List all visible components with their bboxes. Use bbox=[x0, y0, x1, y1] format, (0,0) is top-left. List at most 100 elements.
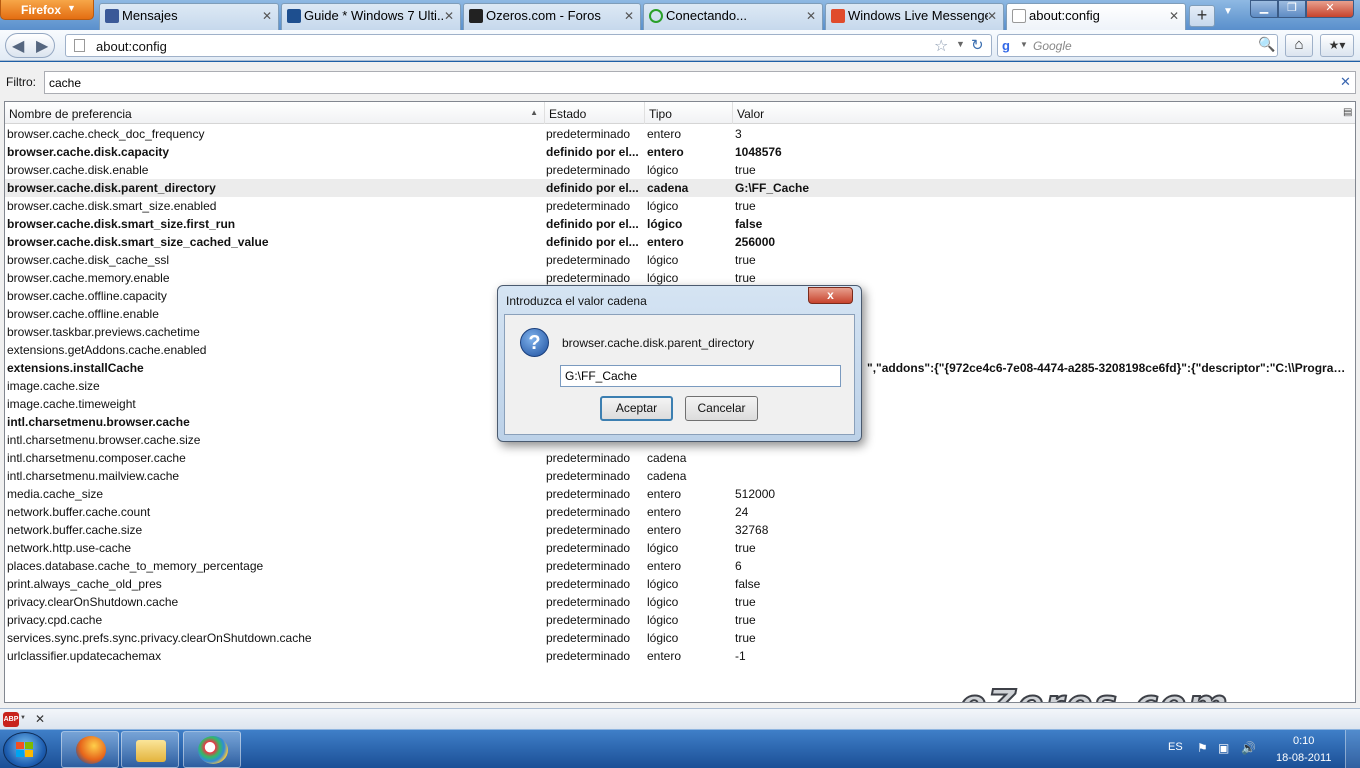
table-row[interactable]: network.http.use-cache predeterminado lógi… bbox=[5, 539, 1355, 557]
cancel-button[interactable]: Cancelar bbox=[685, 396, 758, 421]
pref-state: predeterminado bbox=[546, 505, 631, 519]
table-row[interactable]: privacy.clearOnShutdown.cache predetermin… bbox=[5, 593, 1355, 611]
table-row[interactable]: urlclassifier.updatecachemax predetermina… bbox=[5, 647, 1355, 665]
tab-close-icon[interactable]: ✕ bbox=[1169, 9, 1179, 23]
tab-close-icon[interactable]: ✕ bbox=[262, 9, 272, 23]
clock-time[interactable]: 0:10 bbox=[1293, 735, 1314, 747]
table-row[interactable]: print.always_cache_old_pres predeterminad… bbox=[5, 575, 1355, 593]
pref-state: predeterminado bbox=[546, 613, 631, 627]
adblock-dropdown-icon[interactable]: ▼ bbox=[20, 715, 26, 721]
column-header-type[interactable]: Tipo bbox=[645, 102, 733, 124]
table-row[interactable]: network.buffer.cache.count predeterminado… bbox=[5, 503, 1355, 521]
reload-icon[interactable]: ↻ bbox=[971, 36, 984, 54]
column-header-state[interactable]: Estado bbox=[545, 102, 645, 124]
forward-arrow-icon[interactable]: ▶ bbox=[36, 36, 48, 56]
table-row[interactable]: intl.charsetmenu.composer.cache predeterm… bbox=[5, 449, 1355, 467]
tab-close-icon[interactable]: ✕ bbox=[806, 9, 816, 23]
pref-state: predeterminado bbox=[546, 523, 631, 537]
tab-2[interactable]: Guide * Windows 7 Ulti... ✕ bbox=[281, 3, 461, 30]
table-row[interactable]: browser.cache.disk.enable predeterminado l… bbox=[5, 161, 1355, 179]
tab-list-button[interactable]: ▼ bbox=[1220, 6, 1236, 24]
tab-close-icon[interactable]: ✕ bbox=[624, 9, 634, 23]
search-bar[interactable]: g ▼ Google 🔍 bbox=[997, 34, 1278, 57]
table-row[interactable]: browser.cache.check_doc_frequency predete… bbox=[5, 125, 1355, 143]
pref-state: definido por el... bbox=[546, 235, 639, 249]
pref-name: browser.cache.disk.parent_directory bbox=[7, 181, 216, 195]
taskbar: ES ⚑ ▣ 🔊 0:10 18-08-2011 bbox=[0, 729, 1360, 768]
taskbar-explorer-button[interactable] bbox=[121, 731, 179, 768]
pref-state: predeterminado bbox=[546, 469, 631, 483]
tab-4[interactable]: Conectando... ✕ bbox=[643, 3, 823, 30]
bookmark-star-icon[interactable]: ☆ bbox=[934, 36, 948, 56]
pref-state: predeterminado bbox=[546, 595, 631, 609]
table-row[interactable]: intl.charsetmenu.mailview.cache predeterm… bbox=[5, 467, 1355, 485]
pref-value: 32768 bbox=[735, 523, 769, 537]
tab-5[interactable]: Windows Live Messenge... ✕ bbox=[825, 3, 1004, 30]
pref-value: true bbox=[735, 253, 756, 267]
pref-name: intl.charsetmenu.browser.cache.size bbox=[7, 433, 201, 447]
table-row[interactable]: browser.cache.disk.parent_directory defin… bbox=[5, 179, 1355, 197]
volume-icon[interactable]: 🔊 bbox=[1241, 741, 1256, 755]
tab-3[interactable]: Ozeros.com - Foros ✕ bbox=[463, 3, 641, 30]
home-icon: ⌂ bbox=[1294, 36, 1304, 53]
firefox-menu-button[interactable]: Firefox ▼ bbox=[0, 0, 94, 20]
maximize-button[interactable]: ❐ bbox=[1278, 0, 1306, 18]
bookmarks-button[interactable]: ★▾ bbox=[1320, 34, 1354, 57]
clear-filter-icon[interactable]: ✕ bbox=[1340, 74, 1351, 90]
search-engine-dropdown-icon[interactable]: ▼ bbox=[1020, 40, 1028, 49]
table-row[interactable]: browser.cache.disk.smart_size.first_run d… bbox=[5, 215, 1355, 233]
tab-close-icon[interactable]: ✕ bbox=[987, 9, 997, 23]
dialog-title: Introduzca el valor cadena bbox=[506, 294, 647, 308]
action-center-flag-icon[interactable]: ⚑ bbox=[1197, 741, 1211, 755]
table-row[interactable]: media.cache_size predeterminado entero 5120… bbox=[5, 485, 1355, 503]
back-forward-buttons: ◀ ▶ bbox=[5, 33, 55, 58]
table-row[interactable]: browser.cache.disk.smart_size.enabled pre… bbox=[5, 197, 1355, 215]
table-row[interactable]: services.sync.prefs.sync.privacy.clearOn… bbox=[5, 629, 1355, 647]
dialog-value-input[interactable] bbox=[560, 365, 841, 387]
pref-name: intl.charsetmenu.mailview.cache bbox=[7, 469, 180, 483]
pref-name: browser.cache.check_doc_frequency bbox=[7, 127, 205, 141]
back-arrow-icon[interactable]: ◀ bbox=[12, 36, 24, 56]
addon-bar-close-icon[interactable]: ✕ bbox=[35, 712, 45, 726]
tab-6[interactable]: about:config ✕ bbox=[1006, 3, 1186, 31]
table-row[interactable]: browser.cache.disk.smart_size_cached_val… bbox=[5, 233, 1355, 251]
tab-1[interactable]: Mensajes ✕ bbox=[99, 3, 279, 30]
pref-type: entero bbox=[647, 505, 682, 519]
table-row[interactable]: network.buffer.cache.size predeterminado e… bbox=[5, 521, 1355, 539]
table-row[interactable]: browser.cache.disk_cache_ssl predetermina… bbox=[5, 251, 1355, 269]
clock-date[interactable]: 18-08-2011 bbox=[1276, 752, 1331, 764]
dialog-message: browser.cache.disk.parent_directory bbox=[562, 336, 755, 350]
taskbar-paint-button[interactable] bbox=[183, 731, 241, 768]
tab-close-icon[interactable]: ✕ bbox=[444, 9, 454, 23]
windows-logo-icon bbox=[16, 742, 34, 758]
google-icon[interactable]: g bbox=[1002, 38, 1010, 53]
search-icon[interactable]: 🔍 bbox=[1258, 36, 1275, 53]
show-desktop-button[interactable] bbox=[1345, 730, 1360, 768]
adblock-plus-icon[interactable]: ABP bbox=[3, 712, 19, 727]
start-button[interactable] bbox=[3, 732, 47, 768]
url-bar[interactable]: about:config ☆ ▼ ↻ bbox=[65, 34, 992, 57]
table-row[interactable]: browser.cache.disk.capacity definido por … bbox=[5, 143, 1355, 161]
column-header-name[interactable]: Nombre de preferencia ▲ bbox=[5, 102, 545, 124]
url-history-dropdown-icon[interactable]: ▼ bbox=[956, 39, 965, 49]
filter-input[interactable] bbox=[44, 71, 1356, 94]
dialog-close-button[interactable]: x bbox=[808, 287, 853, 304]
column-header-value[interactable]: Valor bbox=[733, 102, 1343, 124]
tab-label: Conectando... bbox=[666, 8, 747, 23]
minimize-button[interactable]: ▁ bbox=[1250, 0, 1278, 18]
home-button[interactable]: ⌂ bbox=[1285, 34, 1313, 57]
taskbar-firefox-button[interactable] bbox=[61, 731, 119, 768]
pref-type: entero bbox=[647, 235, 684, 249]
firefox-icon bbox=[76, 736, 106, 764]
column-picker-icon[interactable]: ▤ bbox=[1343, 107, 1352, 118]
accept-button[interactable]: Aceptar bbox=[600, 396, 673, 421]
pref-type: cadena bbox=[647, 469, 687, 483]
table-row[interactable]: privacy.cpd.cache predeterminado lógico tru… bbox=[5, 611, 1355, 629]
pref-name: intl.charsetmenu.composer.cache bbox=[7, 451, 186, 465]
window-close-button[interactable]: ✕ bbox=[1306, 0, 1354, 18]
pref-name: browser.cache.disk_cache_ssl bbox=[7, 253, 170, 267]
new-tab-button[interactable]: + bbox=[1189, 5, 1215, 27]
language-indicator[interactable]: ES bbox=[1168, 741, 1183, 753]
table-row[interactable]: places.database.cache_to_memory_percenta… bbox=[5, 557, 1355, 575]
network-icon[interactable]: ▣ bbox=[1218, 741, 1232, 755]
